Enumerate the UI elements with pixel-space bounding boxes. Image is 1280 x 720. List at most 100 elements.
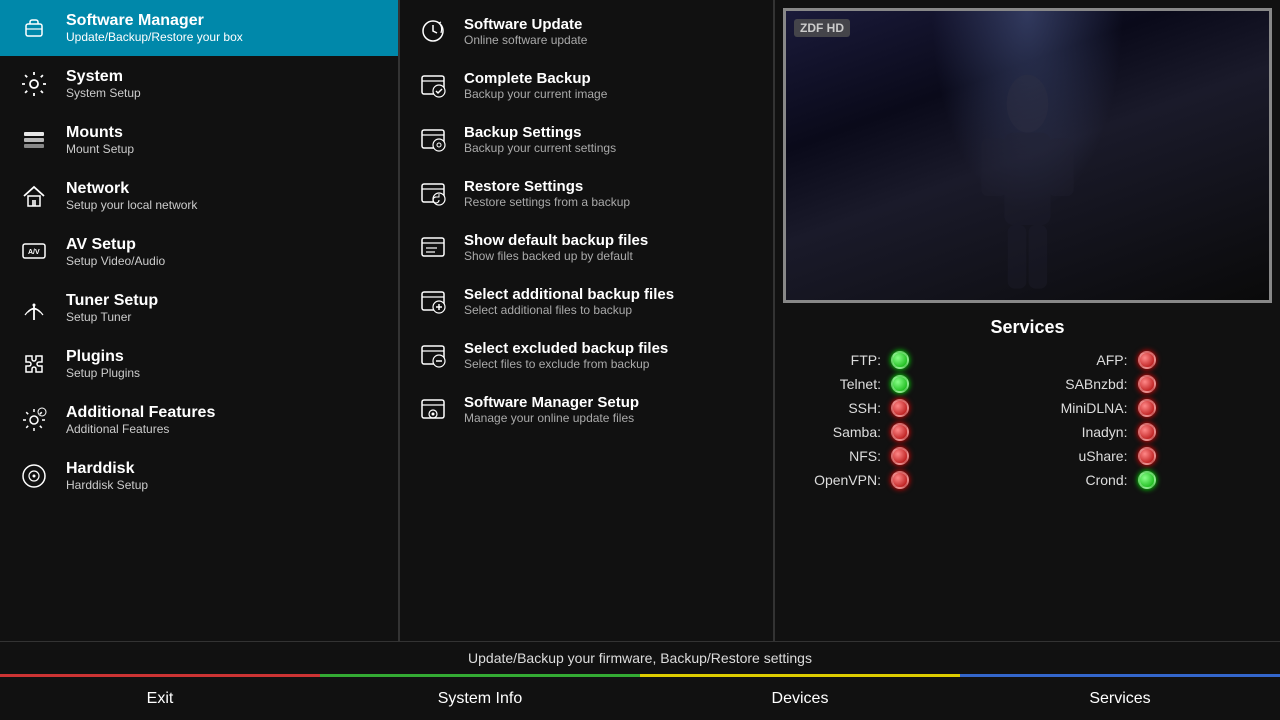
video-preview: ZDF HD xyxy=(783,8,1272,303)
menu-subtitle-complete-backup: Backup your current image xyxy=(464,87,607,101)
menu-title-select-additional-backup: Select additional backup files xyxy=(464,286,674,303)
service-row-AFP: AFP: xyxy=(1038,348,1265,372)
sidebar-text-tuner-setup: Tuner Setup Setup Tuner xyxy=(66,292,158,324)
menu-item-software-manager-setup[interactable]: Software Manager Setup Manage your onlin… xyxy=(400,382,773,436)
sidebar-title-mounts: Mounts xyxy=(66,124,134,142)
antenna-icon xyxy=(14,288,54,328)
bottom-btn-exit[interactable]: Exit xyxy=(0,674,320,720)
main-content: Software Manager Update/Backup/Restore y… xyxy=(0,0,1280,641)
sidebar-item-additional-features[interactable]: Additional Features Additional Features xyxy=(0,392,398,448)
menu-subtitle-restore-settings: Restore settings from a backup xyxy=(464,195,630,209)
menu-item-select-additional-backup[interactable]: Select additional backup files Select ad… xyxy=(400,274,773,328)
sidebar-item-av-setup[interactable]: A/V AV Setup Setup Video/Audio xyxy=(0,224,398,280)
menu-text-select-excluded-backup: Select excluded backup files Select file… xyxy=(464,340,668,371)
menu-title-complete-backup: Complete Backup xyxy=(464,70,607,87)
sidebar-subtitle-software-manager: Update/Backup/Restore your box xyxy=(66,30,243,44)
menu-title-backup-settings: Backup Settings xyxy=(464,124,616,141)
menu-text-select-additional-backup: Select additional backup files Select ad… xyxy=(464,286,674,317)
sidebar-item-tuner-setup[interactable]: Tuner Setup Setup Tuner xyxy=(0,280,398,336)
bottom-btn-devices[interactable]: Devices xyxy=(640,674,960,720)
sidebar-title-system: System xyxy=(66,68,141,86)
sidebar-text-mounts: Mounts Mount Setup xyxy=(66,124,134,156)
service-row-Crond: Crond: xyxy=(1038,468,1265,492)
sidebar-text-harddisk: Harddisk Harddisk Setup xyxy=(66,460,148,492)
menu-item-show-default-backup[interactable]: Show default backup files Show files bac… xyxy=(400,220,773,274)
menu-item-select-excluded-backup[interactable]: Select excluded backup files Select file… xyxy=(400,328,773,382)
service-row-FTP: FTP: xyxy=(791,348,1018,372)
sidebar-item-network[interactable]: Network Setup your local network xyxy=(0,168,398,224)
sidebar-item-harddisk[interactable]: Harddisk Harddisk Setup xyxy=(0,448,398,504)
briefcase-icon xyxy=(14,8,54,48)
puzzle-icon xyxy=(14,344,54,384)
service-row-NFS: NFS: xyxy=(791,444,1018,468)
sidebar-item-software-manager[interactable]: Software Manager Update/Backup/Restore y… xyxy=(0,0,398,56)
services-grid: FTP: Telnet: SSH: Samba: NFS: OpenVPN: A… xyxy=(791,348,1264,492)
service-indicator-Samba xyxy=(891,423,909,441)
service-label-FTP: FTP: xyxy=(791,352,881,368)
exclude-files-icon xyxy=(414,336,452,374)
menu-subtitle-software-update: Online software update xyxy=(464,33,587,47)
restore-icon xyxy=(414,174,452,212)
service-label-Inadyn: Inadyn: xyxy=(1038,424,1128,440)
menu-item-complete-backup[interactable]: Complete Backup Backup your current imag… xyxy=(400,58,773,112)
services-title: Services xyxy=(791,317,1264,338)
service-indicator-FTP xyxy=(891,351,909,369)
svg-text:A/V: A/V xyxy=(28,249,40,256)
middle-panel: Software Update Online software update C… xyxy=(400,0,775,641)
manager-setup-icon xyxy=(414,390,452,428)
show-files-icon xyxy=(414,228,452,266)
bottom-bar: Update/Backup your firmware, Backup/Rest… xyxy=(0,641,1280,720)
sidebar-subtitle-system: System Setup xyxy=(66,86,141,100)
services-section: Services FTP: Telnet: SSH: Samba: NFS: O… xyxy=(783,313,1272,633)
menu-subtitle-show-default-backup: Show files backed up by default xyxy=(464,249,648,263)
sidebar-text-plugins: Plugins Setup Plugins xyxy=(66,348,140,380)
sidebar-text-software-manager: Software Manager Update/Backup/Restore y… xyxy=(66,12,243,44)
sidebar-text-network: Network Setup your local network xyxy=(66,180,197,212)
sidebar-subtitle-network: Setup your local network xyxy=(66,198,197,212)
video-figure xyxy=(955,69,1100,300)
service-label-Samba: Samba: xyxy=(791,424,881,440)
disk-icon xyxy=(14,456,54,496)
sidebar-item-plugins[interactable]: Plugins Setup Plugins xyxy=(0,336,398,392)
menu-item-restore-settings[interactable]: Restore Settings Restore settings from a… xyxy=(400,166,773,220)
sidebar-item-mounts[interactable]: Mounts Mount Setup xyxy=(0,112,398,168)
service-label-uShare: uShare: xyxy=(1038,448,1128,464)
service-label-SSH: SSH: xyxy=(791,400,881,416)
menu-subtitle-software-manager-setup: Manage your online update files xyxy=(464,411,639,425)
menu-text-software-update: Software Update Online software update xyxy=(464,16,587,47)
sidebar-subtitle-additional-features: Additional Features xyxy=(66,422,215,436)
service-indicator-SSH xyxy=(891,399,909,417)
sidebar-item-system[interactable]: System System Setup xyxy=(0,56,398,112)
bottom-btn-services[interactable]: Services xyxy=(960,674,1280,720)
menu-subtitle-backup-settings: Backup your current settings xyxy=(464,141,616,155)
service-row-Samba: Samba: xyxy=(791,420,1018,444)
menu-item-backup-settings[interactable]: Backup Settings Backup your current sett… xyxy=(400,112,773,166)
home-icon xyxy=(14,176,54,216)
sidebar: Software Manager Update/Backup/Restore y… xyxy=(0,0,400,641)
menu-item-software-update[interactable]: Software Update Online software update xyxy=(400,4,773,58)
service-label-OpenVPN: OpenVPN: xyxy=(791,472,881,488)
av-icon: A/V xyxy=(14,232,54,272)
backup-settings-icon xyxy=(414,120,452,158)
service-indicator-Telnet xyxy=(891,375,909,393)
service-label-SABnzbd: SABnzbd: xyxy=(1038,376,1128,392)
sidebar-subtitle-tuner-setup: Setup Tuner xyxy=(66,310,158,324)
menu-title-software-update: Software Update xyxy=(464,16,587,33)
menu-text-restore-settings: Restore Settings Restore settings from a… xyxy=(464,178,630,209)
service-label-Crond: Crond: xyxy=(1038,472,1128,488)
sidebar-subtitle-harddisk: Harddisk Setup xyxy=(66,478,148,492)
status-text: Update/Backup your firmware, Backup/Rest… xyxy=(0,642,1280,674)
sidebar-title-harddisk: Harddisk xyxy=(66,460,148,478)
menu-text-complete-backup: Complete Backup Backup your current imag… xyxy=(464,70,607,101)
service-row-SSH: SSH: xyxy=(791,396,1018,420)
sidebar-subtitle-av-setup: Setup Video/Audio xyxy=(66,254,165,268)
update-icon xyxy=(414,12,452,50)
service-label-AFP: AFP: xyxy=(1038,352,1128,368)
sidebar-subtitle-mounts: Mount Setup xyxy=(66,142,134,156)
add-files-icon xyxy=(414,282,452,320)
sidebar-title-tuner-setup: Tuner Setup xyxy=(66,292,158,310)
service-indicator-MiniDLNA xyxy=(1138,399,1156,417)
bottom-btn-system-info[interactable]: System Info xyxy=(320,674,640,720)
service-label-MiniDLNA: MiniDLNA: xyxy=(1038,400,1128,416)
sidebar-text-av-setup: AV Setup Setup Video/Audio xyxy=(66,236,165,268)
